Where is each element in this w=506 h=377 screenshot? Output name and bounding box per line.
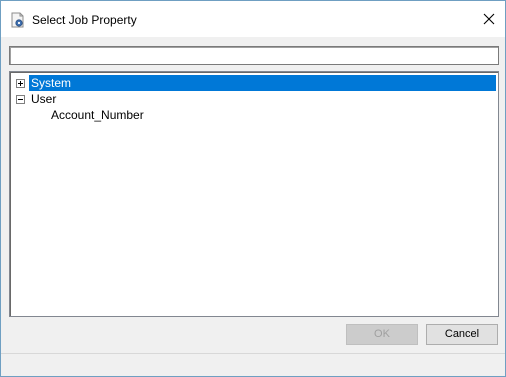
tree-node-system-selected-bg[interactable] <box>29 75 496 91</box>
title-bar: Select Job Property <box>1 1 505 37</box>
window-title: Select Job Property <box>32 13 137 27</box>
property-tree[interactable]: System User Account_Number <box>9 71 499 317</box>
tree-node-user[interactable]: User <box>31 92 56 106</box>
tree-node-system[interactable]: System <box>31 76 71 90</box>
cancel-button[interactable]: Cancel <box>426 324 498 345</box>
ok-button[interactable]: OK <box>346 324 418 345</box>
close-icon[interactable] <box>478 9 500 29</box>
collapse-minus-icon[interactable] <box>16 95 25 104</box>
document-gear-icon <box>10 12 26 28</box>
property-filter-input[interactable] <box>9 46 499 65</box>
expand-plus-icon[interactable] <box>16 79 25 88</box>
status-divider <box>1 353 505 354</box>
tree-node-account-number[interactable]: Account_Number <box>51 108 144 122</box>
dialog-window: Select Job Property System User Account_… <box>0 0 506 377</box>
